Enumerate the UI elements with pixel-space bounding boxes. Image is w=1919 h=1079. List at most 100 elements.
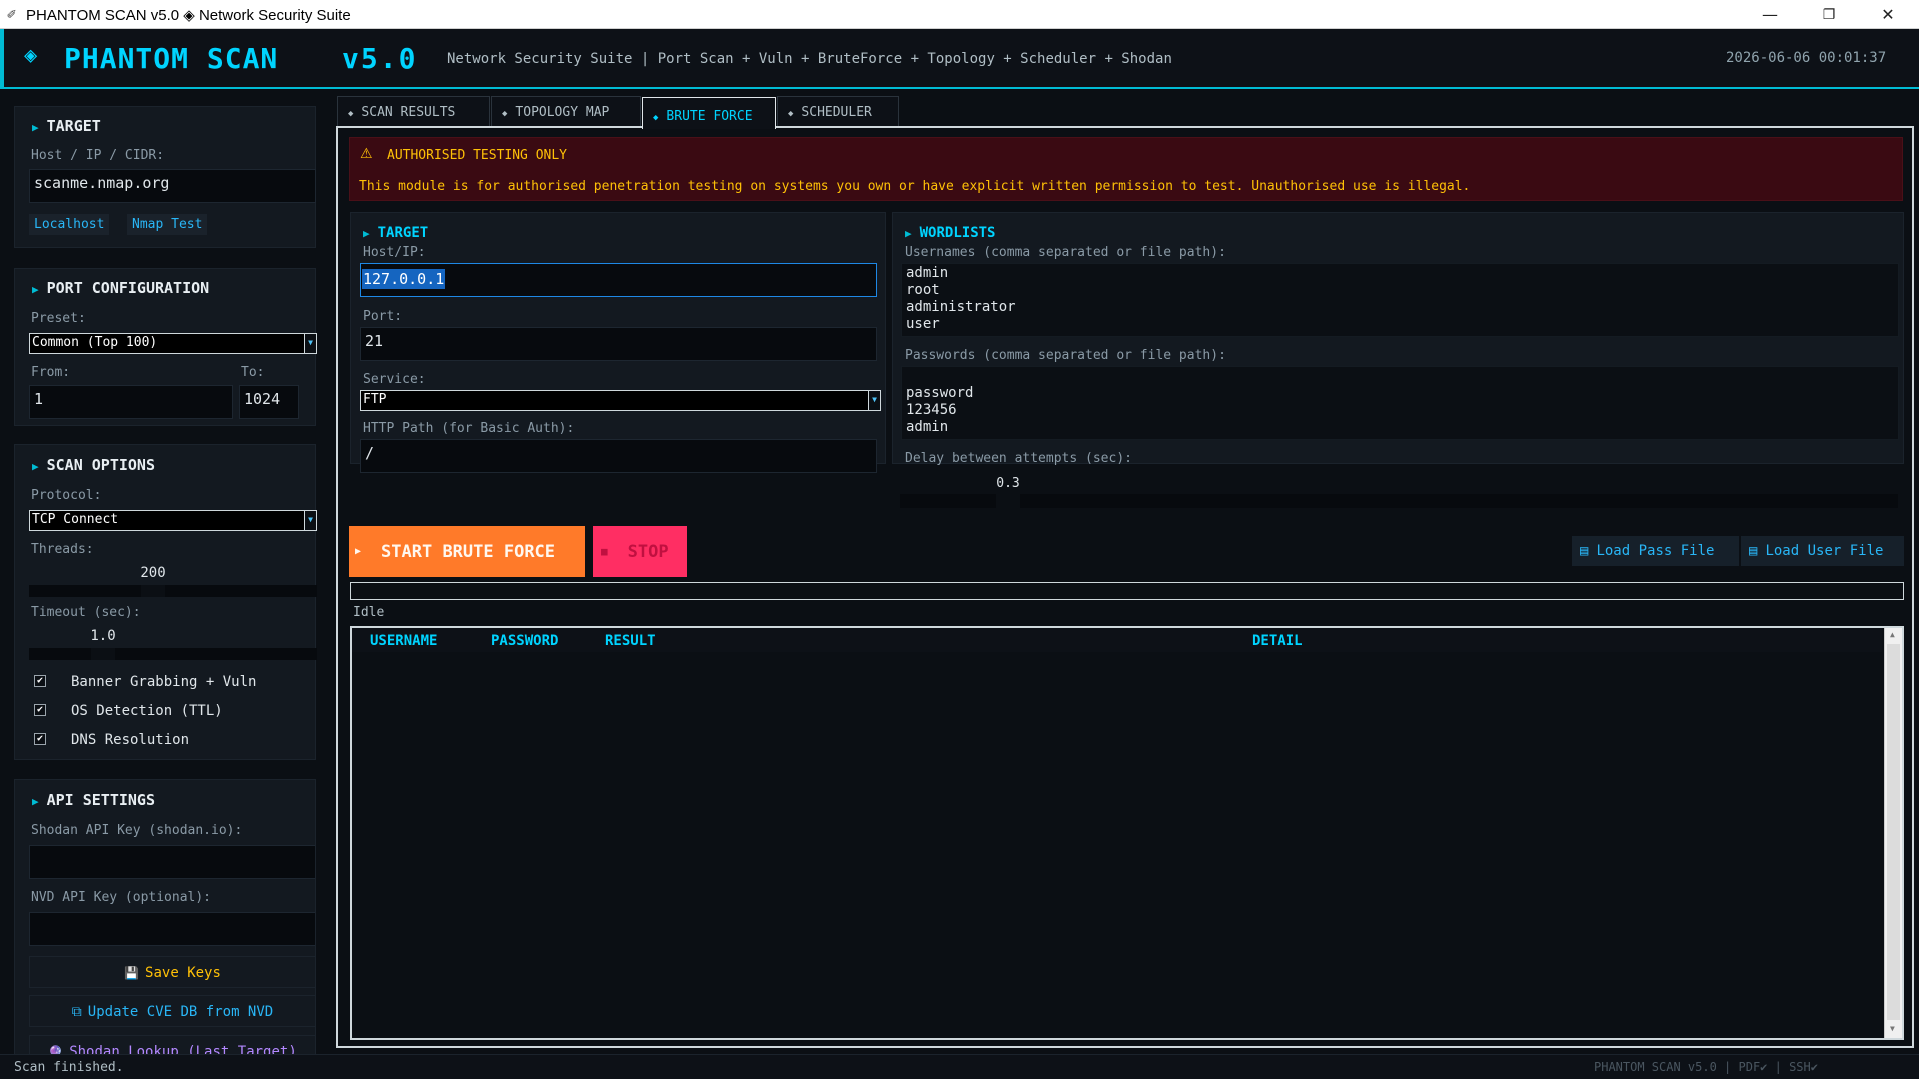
- banner-grabbing-checkbox[interactable]: ✔: [34, 675, 46, 687]
- warning-title: AUTHORISED TESTING ONLY: [387, 148, 568, 163]
- delay-value: 0.3: [996, 476, 1020, 491]
- host-ip-label: Host/IP:: [363, 245, 426, 260]
- nvd-key-input[interactable]: [29, 912, 315, 946]
- port-config-heading: ▶ PORT CONFIGURATION: [32, 279, 210, 297]
- threads-slider-handle[interactable]: [141, 585, 165, 597]
- file-icon: ▤: [1580, 543, 1589, 559]
- wordlists-heading: ▶ WORDLISTS: [905, 225, 996, 241]
- timeout-slider-handle[interactable]: [91, 648, 115, 660]
- usernames-label: Usernames (comma separated or file path)…: [905, 245, 1226, 260]
- tab-scan-results[interactable]: ◆ SCAN RESULTS: [337, 96, 490, 127]
- usernames-textarea[interactable]: admin root administrator user: [901, 263, 1899, 337]
- api-settings-panel: ▶ API SETTINGS Shodan API Key (shodan.io)…: [14, 779, 316, 1055]
- column-username[interactable]: USERNAME: [370, 633, 437, 649]
- app-title: PHANTOM SCAN: [64, 42, 279, 75]
- http-path-input[interactable]: /: [360, 439, 877, 473]
- load-pass-file-button[interactable]: ▤ Load Pass File: [1572, 536, 1739, 566]
- protocol-label: Protocol:: [31, 488, 102, 503]
- shodan-key-label: Shodan API Key (shodan.io):: [31, 823, 243, 838]
- passwords-label: Passwords (comma separated or file path)…: [905, 348, 1226, 363]
- scrollbar-thumb[interactable]: [1887, 644, 1900, 1020]
- triangle-icon: ▶: [363, 227, 370, 240]
- column-password[interactable]: PASSWORD: [491, 633, 558, 649]
- scan-options-panel: ▶ SCAN OPTIONS Protocol: TCP Connect ▼ Thr…: [14, 444, 317, 760]
- port-from-input[interactable]: 1: [29, 385, 233, 419]
- status-right-info: PHANTOM SCAN v5.0 | PDF✔ | SSH✔: [1594, 1060, 1818, 1074]
- database-icon: ⧉: [71, 1004, 82, 1020]
- delay-slider[interactable]: [900, 494, 1898, 508]
- status-message: Scan finished.: [14, 1060, 124, 1075]
- chevron-down-icon: ▼: [304, 334, 316, 353]
- brute-target-heading: ▶ TARGET: [363, 225, 429, 241]
- column-result[interactable]: RESULT: [605, 633, 656, 649]
- play-icon: ▶: [355, 546, 362, 557]
- os-detection-checkbox[interactable]: ✔: [34, 704, 46, 716]
- localhost-quick-button[interactable]: Localhost: [29, 214, 110, 235]
- window-titlebar: ✐ PHANTOM SCAN v5.0 ◈ Network Security S…: [0, 0, 1919, 29]
- target-host-input[interactable]: scanme.nmap.org: [29, 169, 316, 203]
- shodan-key-input[interactable]: [29, 845, 315, 879]
- brute-host-value: 127.0.0.1: [362, 269, 446, 289]
- triangle-icon: ▶: [905, 227, 912, 240]
- triangle-icon: ▶: [32, 121, 39, 134]
- threads-slider[interactable]: [29, 585, 317, 597]
- wordlists-section: ▶ WORDLISTS Usernames (comma separated or…: [892, 212, 1904, 466]
- save-keys-button[interactable]: 💾 Save Keys: [29, 956, 315, 988]
- triangle-icon: ▶: [32, 795, 39, 808]
- warning-icon: ⚠: [360, 146, 373, 162]
- update-cve-db-button[interactable]: ⧉ Update CVE DB from NVD: [29, 995, 315, 1027]
- file-icon: ▤: [1749, 543, 1758, 559]
- api-settings-heading: ▶ API SETTINGS: [32, 791, 155, 809]
- target-label: Host / IP / CIDR:: [31, 148, 165, 163]
- results-table: USERNAME PASSWORD RESULT DETAIL ▲ ▼: [350, 626, 1904, 1040]
- port-label: Port:: [363, 309, 403, 324]
- chevron-down-icon: ▼: [868, 391, 880, 410]
- protocol-select[interactable]: TCP Connect ▼: [29, 510, 317, 531]
- stop-button[interactable]: ■ STOP: [593, 526, 687, 577]
- service-label: Service:: [363, 372, 426, 387]
- save-icon: 💾: [124, 966, 140, 980]
- close-button[interactable]: ✕: [1865, 0, 1911, 29]
- load-user-file-button[interactable]: ▤ Load User File: [1741, 536, 1904, 566]
- threads-label: Threads:: [31, 542, 94, 557]
- brute-target-section: ▶ TARGET Host/IP: 127.0.0.1 Port: 21 Serv…: [350, 212, 886, 473]
- timeout-slider[interactable]: [29, 648, 317, 660]
- status-bar: Scan finished. PHANTOM SCAN v5.0 | PDF✔ …: [0, 1054, 1919, 1079]
- tab-topology-map[interactable]: ◆ TOPOLOGY MAP: [491, 96, 641, 127]
- scroll-down-icon[interactable]: ▼: [1890, 1024, 1895, 1033]
- os-detection-label: OS Detection (TTL): [71, 703, 223, 719]
- scan-options-heading: ▶ SCAN OPTIONS: [32, 456, 155, 474]
- brute-port-input[interactable]: 21: [360, 327, 877, 361]
- service-select[interactable]: FTP ▼: [360, 390, 881, 411]
- shodan-lookup-button[interactable]: 🔮 Shodan Lookup (Last Target): [29, 1035, 315, 1054]
- banner-grabbing-label: Banner Grabbing + Vuln: [71, 674, 257, 690]
- preset-select[interactable]: Common (Top 100) ▼: [29, 333, 317, 354]
- triangle-icon: ▶: [32, 283, 39, 296]
- maximize-button[interactable]: ❐: [1806, 0, 1852, 29]
- preset-label: Preset:: [31, 311, 86, 326]
- header-clock: 2026-06-06 00:01:37: [1726, 50, 1887, 66]
- scroll-up-icon[interactable]: ▲: [1890, 630, 1895, 639]
- start-brute-force-button[interactable]: ▶ START BRUTE FORCE: [349, 526, 585, 577]
- stop-icon: ■: [601, 545, 608, 558]
- authorised-testing-warning: ⚠ AUTHORISED TESTING ONLY This module is…: [349, 137, 1903, 201]
- tab-brute-force[interactable]: ◆ BRUTE FORCE: [642, 97, 776, 129]
- minimize-button[interactable]: —: [1747, 0, 1793, 29]
- nmap-test-quick-button[interactable]: Nmap Test: [127, 214, 208, 235]
- timeout-value: 1.0: [90, 628, 116, 644]
- port-to-input[interactable]: 1024: [239, 385, 299, 419]
- delay-label: Delay between attempts (sec):: [905, 451, 1132, 466]
- results-table-header: USERNAME PASSWORD RESULT DETAIL: [352, 628, 1882, 652]
- app-header: ◈ PHANTOM SCAN v5.0 Network Security Sui…: [0, 29, 1919, 89]
- results-scrollbar[interactable]: ▲ ▼: [1884, 628, 1902, 1038]
- passwords-textarea[interactable]: password 123456 admin: [901, 366, 1899, 440]
- brute-host-input[interactable]: 127.0.0.1: [360, 263, 877, 297]
- brute-force-tab-panel: ⚠ AUTHORISED TESTING ONLY This module is…: [336, 126, 1914, 1048]
- http-path-label: HTTP Path (for Basic Auth):: [363, 421, 575, 436]
- triangle-icon: ▶: [32, 460, 39, 473]
- app-subtitle: Network Security Suite | Port Scan + Vul…: [447, 51, 1172, 67]
- delay-slider-handle[interactable]: [996, 494, 1020, 508]
- tab-scheduler[interactable]: ◆ SCHEDULER: [777, 96, 899, 127]
- column-detail[interactable]: DETAIL: [1252, 633, 1303, 649]
- dns-resolution-checkbox[interactable]: ✔: [34, 733, 46, 745]
